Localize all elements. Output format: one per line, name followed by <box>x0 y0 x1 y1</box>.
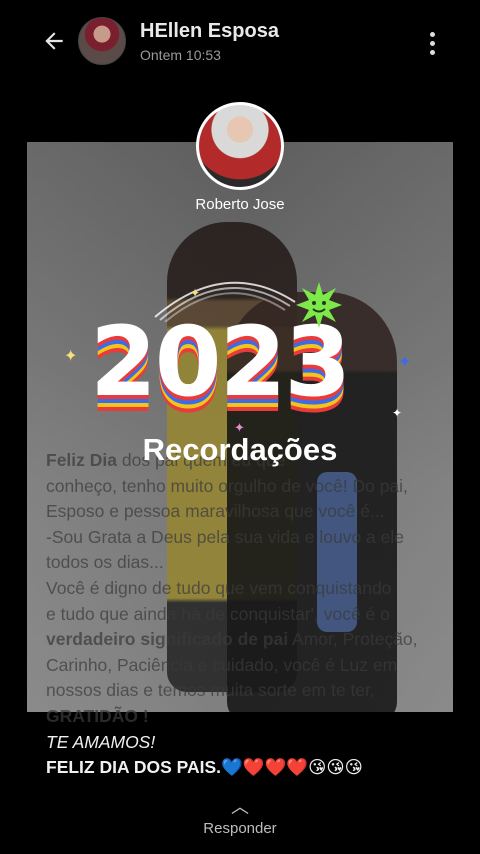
reply-button[interactable]: ︿ Responder <box>0 797 480 837</box>
chevron-up-icon: ︿ <box>231 797 249 817</box>
sparkle-icon: ✦ <box>392 406 403 420</box>
arrow-left-icon <box>45 32 63 50</box>
contact-name[interactable]: HEllen Esposa <box>140 20 279 43</box>
smiling-sun-icon <box>296 282 342 328</box>
sparkle-icon: ✦ <box>190 286 201 300</box>
story-caption: Feliz Dia dos pai quem eu que conheço, t… <box>46 450 418 778</box>
story-timestamp: Ontem 10:53 <box>140 46 221 63</box>
back-button[interactable] <box>28 16 80 66</box>
more-options-button[interactable] <box>422 28 442 58</box>
story-header: HEllen Esposa Ontem 10:53 <box>0 14 480 68</box>
more-vertical-icon <box>429 31 435 37</box>
reply-label: Responder <box>203 820 277 837</box>
contact-avatar[interactable] <box>78 17 126 65</box>
story-author-avatar <box>196 102 284 190</box>
sparkle-icon: ✦ <box>64 348 78 365</box>
recordacoes-title: Recordações <box>142 432 338 467</box>
story-author-name: Roberto Jose <box>195 196 285 213</box>
rainbow-arc-icon <box>154 281 296 322</box>
sparkle-icon: ✦ <box>398 354 412 371</box>
